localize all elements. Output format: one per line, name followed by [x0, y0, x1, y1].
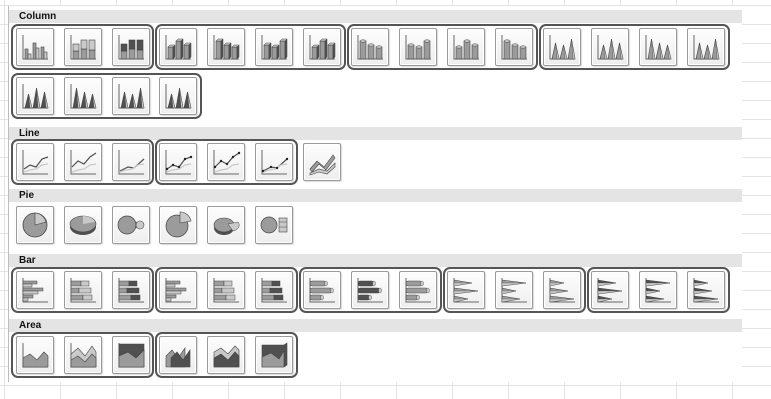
bar-of-pie-chart-icon	[260, 216, 288, 234]
pie-of-pie-chart-icon	[117, 215, 145, 235]
chart-subtype-group	[155, 332, 298, 378]
exploded-pie-chart-icon	[165, 211, 192, 238]
chart-subtype-group	[347, 24, 538, 70]
exploded-3d-pie-chart-icon	[213, 217, 240, 235]
chart-subtype-group	[155, 139, 298, 185]
chart-subtype-group	[443, 267, 586, 313]
3d-pie-chart-icon	[69, 215, 97, 235]
3d-line-chart-button[interactable]	[303, 143, 341, 181]
chart-subtype-group	[11, 139, 154, 185]
chart-subtype-group	[155, 267, 298, 313]
chart-subtype-group	[587, 267, 730, 313]
chart-subtype-group	[539, 24, 730, 70]
bar-of-pie-chart-button[interactable]	[255, 206, 293, 244]
section-header-area: Area	[9, 319, 742, 332]
chart-subtype-group	[11, 332, 154, 378]
chart-subtype-group	[11, 24, 154, 70]
section-header-column: Column	[9, 10, 742, 23]
chart-type-gallery: Column Line Pie Bar Area	[8, 6, 742, 382]
3d-line-chart-icon	[309, 154, 336, 176]
chart-subtype-group	[11, 73, 202, 119]
exploded-3d-pie-chart-button[interactable]	[207, 206, 245, 244]
3d-pie-chart-button[interactable]	[64, 206, 102, 244]
pie-chart-button[interactable]	[16, 206, 54, 244]
chart-subtype-group	[299, 267, 442, 313]
chart-subtype-group	[11, 267, 154, 313]
chart-subtype-group	[155, 24, 346, 70]
pie-chart-icon	[22, 212, 48, 238]
exploded-pie-chart-button[interactable]	[159, 206, 197, 244]
pie-of-pie-chart-button[interactable]	[112, 206, 150, 244]
section-header-bar: Bar	[9, 254, 742, 267]
section-header-pie: Pie	[9, 189, 742, 202]
